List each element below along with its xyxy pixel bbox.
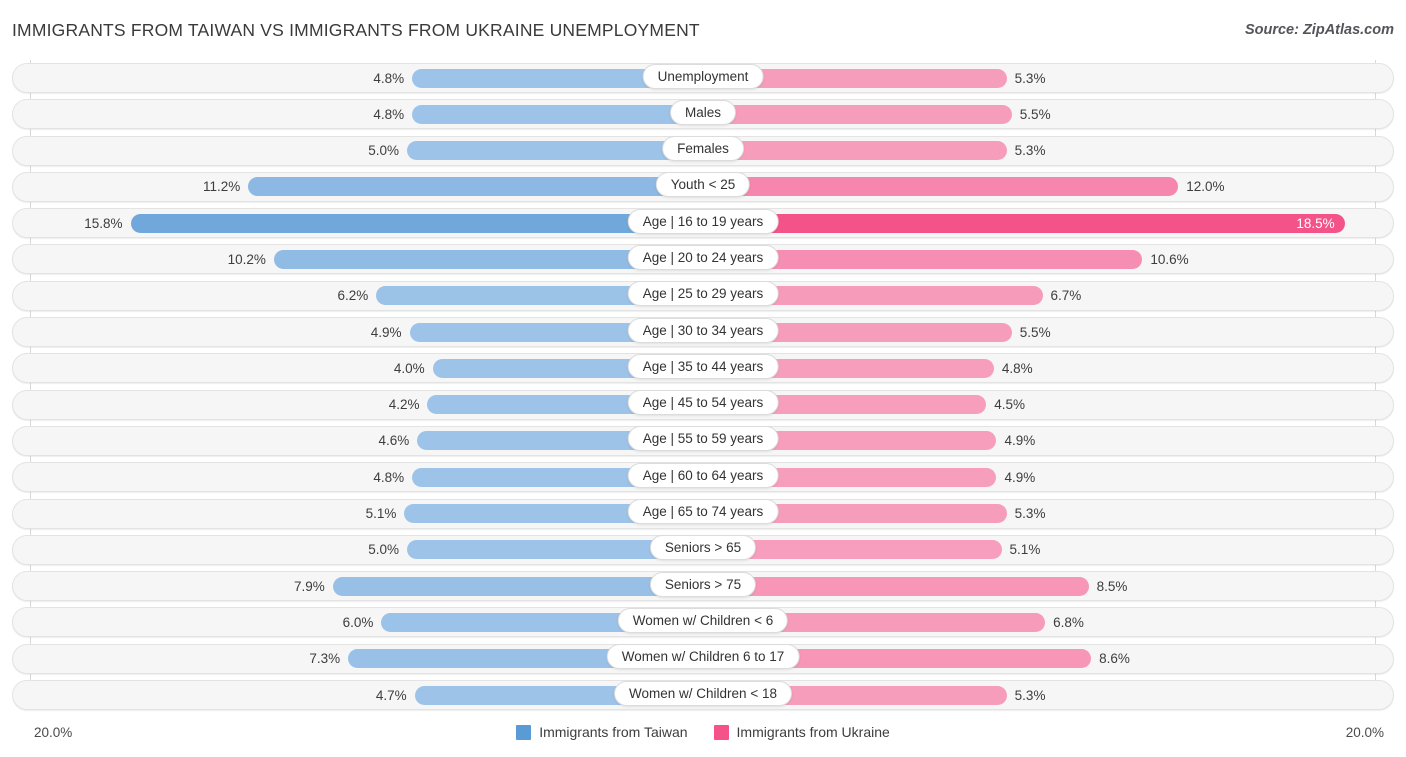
value-label-right: 4.8% <box>1001 360 1033 376</box>
legend-swatch-icon <box>713 724 729 740</box>
bar-rows: 4.8% 5.3% Unemployment 4.8% 5.5% Males 5.0% 5.3… <box>0 60 1406 713</box>
chart-row: 7.3% 8.6% Women w/ Children 6 to 17 <box>0 641 1406 677</box>
bar-right <box>703 177 1179 197</box>
value-label-right: 5.5% <box>1019 106 1051 122</box>
legend-label: Immigrants from Ukraine <box>736 724 890 740</box>
value-label-right: 12.0% <box>1186 179 1225 195</box>
value-label-right: 8.5% <box>1096 578 1128 594</box>
value-label-left: 6.0% <box>342 614 374 630</box>
value-label-left: 4.8% <box>373 106 405 122</box>
value-label-left: 4.9% <box>370 324 402 340</box>
chart-row: 15.8% 18.5% Age | 16 to 19 years <box>0 205 1406 241</box>
bar-left <box>407 141 703 161</box>
chart-row: 4.9% 5.5% Age | 30 to 34 years <box>0 314 1406 350</box>
value-label-right: 5.5% <box>1019 324 1051 340</box>
legend-swatch-icon <box>516 724 532 740</box>
value-label-left: 5.0% <box>368 542 399 558</box>
value-label-right: 5.3% <box>1014 70 1046 86</box>
page-title: IMMIGRANTS FROM TAIWAN VS IMMIGRANTS FRO… <box>12 20 700 40</box>
category-label: Women w/ Children < 18 <box>614 680 792 706</box>
category-label: Women w/ Children 6 to 17 <box>606 644 800 670</box>
category-label: Seniors > 65 <box>649 535 757 561</box>
value-label-right: 5.3% <box>1014 687 1046 703</box>
category-label: Youth < 25 <box>655 172 751 198</box>
chart-row: 11.2% 12.0% Youth < 25 <box>0 169 1406 205</box>
value-label-right: 5.3% <box>1014 143 1046 159</box>
category-label: Females <box>662 136 744 162</box>
value-label-left: 4.0% <box>393 360 425 376</box>
category-label: Males <box>669 99 737 125</box>
bar-left <box>248 177 703 197</box>
value-label-left: 6.2% <box>337 288 369 304</box>
value-label-right: 10.6% <box>1150 251 1189 267</box>
chart-row: 6.0% 6.8% Women w/ Children < 6 <box>0 604 1406 640</box>
category-label: Unemployment <box>642 63 764 89</box>
chart-row: 7.9% 8.5% Seniors > 75 <box>0 568 1406 604</box>
legend-item-taiwan[interactable]: Immigrants from Taiwan <box>516 724 688 740</box>
chart-row: 4.8% 5.3% Unemployment <box>0 60 1406 96</box>
category-label: Age | 25 to 29 years <box>627 281 779 307</box>
chart-row: 4.2% 4.5% Age | 45 to 54 years <box>0 387 1406 423</box>
value-label-right: 5.1% <box>1009 542 1041 558</box>
source-attribution: Source: ZipAtlas.com <box>1244 22 1394 38</box>
bar-left <box>412 104 703 124</box>
value-label-left: 4.7% <box>375 687 407 703</box>
chart-row: 5.0% 5.1% Seniors > 65 <box>0 532 1406 568</box>
category-label: Age | 16 to 19 years <box>627 208 779 234</box>
chart-plot-area: 4.8% 5.3% Unemployment 4.8% 5.5% Males 5.0% 5.3… <box>0 60 1406 718</box>
bar-right <box>703 576 1089 596</box>
category-label: Women w/ Children < 6 <box>617 607 789 633</box>
category-label: Age | 30 to 34 years <box>627 317 779 343</box>
legend-item-ukraine[interactable]: Immigrants from Ukraine <box>713 724 890 740</box>
category-label: Age | 45 to 54 years <box>627 390 779 416</box>
category-label: Age | 55 to 59 years <box>627 426 779 452</box>
category-label: Seniors > 75 <box>649 571 757 597</box>
chart-row: 6.2% 6.7% Age | 25 to 29 years <box>0 278 1406 314</box>
chart-footer: 20.0% 20.0% Immigrants from Taiwan Immigr… <box>0 718 1406 757</box>
category-label: Age | 35 to 44 years <box>627 353 779 379</box>
bar-right <box>703 104 1012 124</box>
value-label-right: 6.7% <box>1050 288 1082 304</box>
bar-left <box>130 213 703 233</box>
value-label-left: 15.8% <box>84 215 123 231</box>
value-label-left: 5.0% <box>368 143 399 159</box>
chart-row: 10.2% 10.6% Age | 20 to 24 years <box>0 241 1406 277</box>
chart-row: 5.1% 5.3% Age | 65 to 74 years <box>0 496 1406 532</box>
chart-row: 4.6% 4.9% Age | 55 to 59 years <box>0 423 1406 459</box>
value-label-right: 6.8% <box>1053 614 1084 630</box>
value-label-right: 4.5% <box>994 397 1025 413</box>
category-label: Age | 60 to 64 years <box>627 462 779 488</box>
value-label-left: 4.8% <box>373 70 405 86</box>
value-label-left: 7.9% <box>293 578 325 594</box>
value-label-right: 4.9% <box>1004 433 1036 449</box>
chart-row: 4.0% 4.8% Age | 35 to 44 years <box>0 350 1406 386</box>
chart-row: 5.0% 5.3% Females <box>0 133 1406 169</box>
chart-row: 4.8% 4.9% Age | 60 to 64 years <box>0 459 1406 495</box>
value-label-left: 11.2% <box>202 179 241 195</box>
value-label-left: 10.2% <box>227 251 266 267</box>
chart-legend: Immigrants from Taiwan Immigrants from Uk… <box>0 724 1406 740</box>
bar-right <box>703 213 1345 233</box>
chart-header: IMMIGRANTS FROM TAIWAN VS IMMIGRANTS FRO… <box>0 0 1406 60</box>
chart-row: 4.7% 5.3% Women w/ Children < 18 <box>0 677 1406 713</box>
value-label-right: 4.9% <box>1004 469 1036 485</box>
value-label-left: 4.8% <box>373 469 405 485</box>
legend-label: Immigrants from Taiwan <box>539 724 688 740</box>
category-label: Age | 65 to 74 years <box>627 499 779 525</box>
value-label-left: 4.6% <box>378 433 410 449</box>
chart-page: IMMIGRANTS FROM TAIWAN VS IMMIGRANTS FRO… <box>0 0 1406 757</box>
value-label-left: 7.3% <box>309 651 341 667</box>
value-label-right: 5.3% <box>1014 506 1046 522</box>
value-label-left: 5.1% <box>365 506 397 522</box>
category-label: Age | 20 to 24 years <box>627 244 779 270</box>
value-label-left: 4.2% <box>388 397 420 413</box>
value-label-right: 8.6% <box>1099 651 1130 667</box>
bar-left <box>332 576 703 596</box>
value-label-right: 18.5% <box>1296 215 1335 231</box>
bar-right <box>703 141 1007 161</box>
chart-row: 4.8% 5.5% Males <box>0 96 1406 132</box>
